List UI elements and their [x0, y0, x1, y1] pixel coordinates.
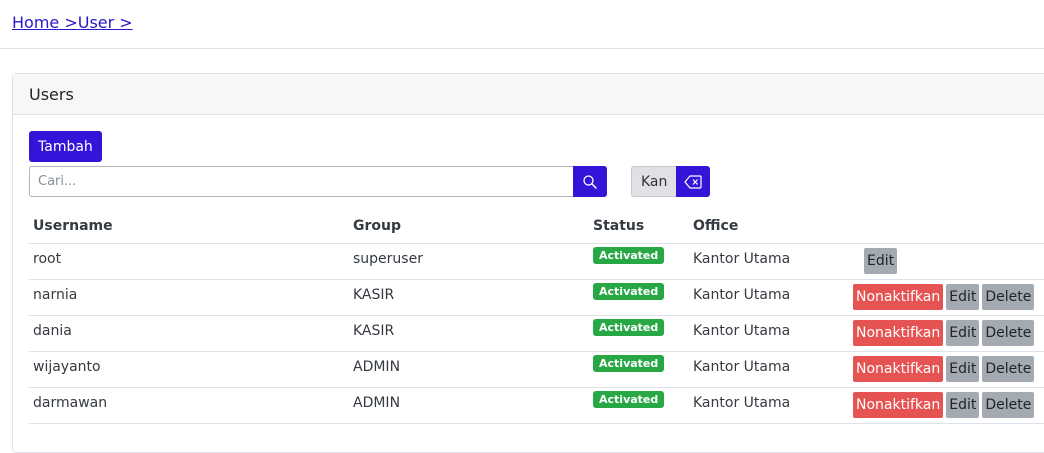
delete-button[interactable]: Delete: [982, 392, 1035, 418]
cell-actions: Nonaktifkan Edit Delete: [849, 351, 1044, 388]
search-icon: [583, 174, 597, 189]
cell-username: wijayanto: [29, 351, 349, 388]
table-row: dania KASIR Activated Kantor Utama Nonak…: [29, 315, 1044, 352]
header-divider: [0, 48, 1044, 49]
cell-actions: Nonaktifkan Edit Delete: [849, 279, 1044, 316]
cell-actions: Edit: [849, 243, 1044, 280]
cell-status: Activated: [589, 243, 689, 280]
delete-button[interactable]: Delete: [982, 356, 1035, 382]
filter-chip: Kan: [631, 166, 677, 197]
status-badge: Activated: [593, 282, 665, 300]
cell-group: superuser: [349, 243, 589, 280]
table-row: wijayanto ADMIN Activated Kantor Utama N…: [29, 351, 1044, 388]
users-table: Username Group Status Office root superu…: [29, 209, 1044, 424]
users-card: Users Tambah Kan Username Group Status: [12, 73, 1044, 453]
edit-button[interactable]: Edit: [946, 320, 980, 346]
header-username[interactable]: Username: [29, 209, 349, 244]
cell-group: ADMIN: [349, 387, 589, 424]
table-row: root superuser Activated Kantor Utama Ed…: [29, 243, 1044, 280]
cell-username: dania: [29, 315, 349, 352]
header-group[interactable]: Group: [349, 209, 589, 244]
deactivate-button[interactable]: Nonaktifkan: [853, 356, 944, 382]
cell-actions: Nonaktifkan Edit Delete: [849, 387, 1044, 424]
status-badge: Activated: [593, 246, 665, 264]
deactivate-button[interactable]: Nonaktifkan: [853, 320, 944, 346]
table-row: narnia KASIR Activated Kantor Utama Nona…: [29, 279, 1044, 316]
cell-actions: Nonaktifkan Edit Delete: [849, 315, 1044, 352]
edit-button[interactable]: Edit: [946, 284, 980, 310]
edit-button[interactable]: Edit: [864, 248, 898, 274]
breadcrumb-home-link[interactable]: Home >User >: [12, 13, 133, 32]
deactivate-button[interactable]: Nonaktifkan: [853, 392, 944, 418]
breadcrumb-separator: >: [59, 13, 78, 32]
cell-username: darmawan: [29, 387, 349, 424]
cell-username: root: [29, 243, 349, 280]
search-button[interactable]: [573, 166, 607, 197]
cell-status: Activated: [589, 315, 689, 352]
card-title: Users: [13, 74, 1044, 115]
add-user-button[interactable]: Tambah: [29, 131, 102, 162]
cell-office: Kantor Utama: [689, 387, 849, 424]
breadcrumb-home-label: Home: [12, 13, 60, 32]
breadcrumb-separator: >: [114, 13, 133, 32]
backspace-icon: [684, 174, 702, 189]
edit-button[interactable]: Edit: [946, 392, 980, 418]
filter-group: Kan: [631, 166, 711, 197]
table-header-row: Username Group Status Office: [29, 209, 1044, 244]
delete-button[interactable]: Delete: [982, 284, 1035, 310]
table-row: darmawan ADMIN Activated Kantor Utama No…: [29, 387, 1044, 424]
cell-status: Activated: [589, 387, 689, 424]
cell-office: Kantor Utama: [689, 315, 849, 352]
status-badge: Activated: [593, 354, 665, 372]
cell-group: ADMIN: [349, 351, 589, 388]
delete-button[interactable]: Delete: [982, 320, 1035, 346]
header-office[interactable]: Office: [689, 209, 849, 244]
clear-filter-button[interactable]: [676, 166, 711, 197]
cell-status: Activated: [589, 279, 689, 316]
search-group: [29, 166, 607, 197]
search-input[interactable]: [29, 166, 573, 197]
status-badge: Activated: [593, 390, 665, 408]
header-status[interactable]: Status: [589, 209, 689, 244]
cell-office: Kantor Utama: [689, 243, 849, 280]
cell-status: Activated: [589, 351, 689, 388]
breadcrumb: Home >User >: [12, 13, 133, 32]
cell-group: KASIR: [349, 279, 589, 316]
cell-username: narnia: [29, 279, 349, 316]
cell-office: Kantor Utama: [689, 279, 849, 316]
breadcrumb-user-label: User: [77, 13, 115, 32]
status-badge: Activated: [593, 318, 665, 336]
cell-office: Kantor Utama: [689, 351, 849, 388]
cell-group: KASIR: [349, 315, 589, 352]
header-actions: [849, 209, 1044, 244]
deactivate-button[interactable]: Nonaktifkan: [853, 284, 944, 310]
edit-button[interactable]: Edit: [946, 356, 980, 382]
